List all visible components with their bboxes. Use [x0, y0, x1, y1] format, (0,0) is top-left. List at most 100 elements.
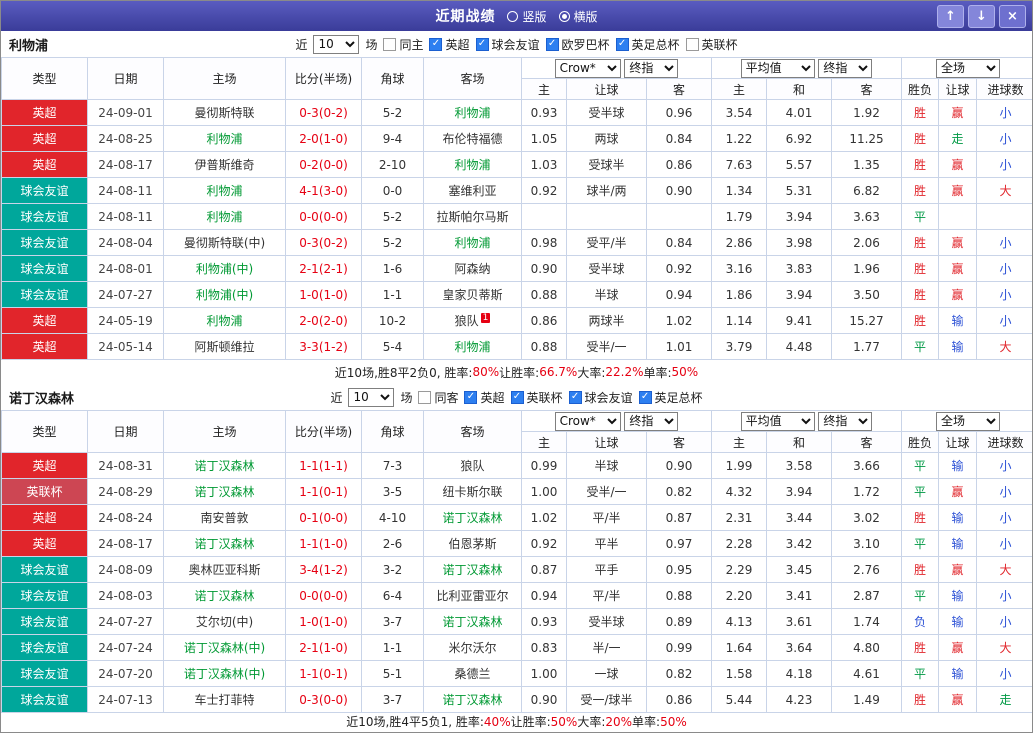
checkbox-icon[interactable]: [475, 37, 489, 51]
close-button[interactable]: ×: [999, 5, 1026, 28]
corner-score: 0-0: [361, 177, 424, 204]
summary-text: 单率:: [632, 715, 661, 729]
asian-handicap: 平手: [566, 556, 647, 583]
euro-home-odds: 1.22: [711, 125, 767, 152]
corner-score: 5-2: [361, 99, 424, 126]
games-label: 场: [365, 37, 378, 52]
checkbox-icon[interactable]: [568, 390, 582, 404]
home-team: 利物浦: [163, 307, 286, 334]
summary-text: 80%: [472, 365, 500, 379]
final-odds-select-2[interactable]: 终指: [818, 58, 873, 78]
match-type-badge: 球会友谊: [1, 686, 88, 713]
checkbox-icon[interactable]: [418, 390, 432, 404]
layout-radio-vertical[interactable]: 竖版: [507, 8, 547, 25]
asian-handicap: 平/半: [566, 504, 647, 531]
asian-home-odds: 0.92: [521, 530, 567, 557]
scroll-up-button[interactable]: ↑: [937, 5, 964, 28]
league-filter-group: 英超 英联杯 球会友谊 英足总杯: [464, 389, 703, 406]
home-team: 诺丁汉森林: [163, 530, 286, 557]
match-row: 球会友谊 24-07-27 利物浦(中) 1-0(1-0) 1-1 皇家贝蒂斯 0.88 半球…: [1, 281, 1032, 308]
league-checkbox[interactable]: 球会友谊: [475, 36, 540, 53]
checkbox-label: 欧罗巴杯: [561, 37, 610, 52]
away-team: 纽卡斯尔联: [423, 478, 522, 505]
goals-outcome: 小: [976, 255, 1032, 282]
full-match-select[interactable]: 全场: [936, 58, 1001, 78]
asian-away-odds: 1.02: [646, 307, 712, 334]
away-team: 比利亚雷亚尔: [423, 582, 522, 609]
checkbox-icon[interactable]: [464, 390, 478, 404]
goals-outcome: [976, 203, 1032, 230]
home-team: 诺丁汉森林: [163, 452, 286, 479]
result-outcome: 胜: [901, 281, 940, 308]
final-odds-select[interactable]: 终指: [624, 58, 679, 78]
average-odds-select[interactable]: 平均值: [740, 411, 815, 431]
checkbox-icon[interactable]: [545, 37, 559, 51]
euro-draw-odds: 3.45: [766, 556, 832, 583]
bookmaker-select[interactable]: Crow*: [554, 411, 621, 431]
away-team: 诺丁汉森林: [423, 608, 522, 635]
col-header-type: 类型: [1, 410, 88, 453]
asian-home-odds: 1.02: [521, 504, 567, 531]
goals-outcome: 小: [976, 608, 1032, 635]
home-team: 利物浦: [163, 203, 286, 230]
match-score: 2-0(2-0): [285, 307, 362, 334]
match-type-badge: 英超: [1, 125, 88, 152]
checkbox-icon[interactable]: [383, 37, 397, 51]
result-outcome: 胜: [901, 504, 940, 531]
same-venue-checkbox[interactable]: 同主: [383, 36, 423, 53]
league-checkbox[interactable]: 英超: [429, 36, 470, 53]
match-date: 24-07-27: [87, 281, 164, 308]
league-checkbox[interactable]: 英足总杯: [615, 36, 680, 53]
summary-text: 让胜率:: [499, 365, 540, 380]
checkbox-icon[interactable]: [510, 390, 524, 404]
euro-home-odds: 4.32: [711, 478, 767, 505]
euro-draw-odds: 3.58: [766, 452, 832, 479]
radio-icon[interactable]: [558, 10, 570, 22]
away-team: 利物浦: [423, 333, 522, 360]
checkbox-icon[interactable]: [685, 37, 699, 51]
full-match-select[interactable]: 全场: [936, 411, 1001, 431]
corner-score: 10-2: [361, 307, 424, 334]
match-date: 24-07-13: [87, 686, 164, 713]
league-checkbox[interactable]: 英联杯: [510, 389, 563, 406]
final-odds-select[interactable]: 终指: [624, 411, 679, 431]
handicap-outcome: 赢: [938, 634, 978, 661]
match-score: 0-1(0-0): [285, 504, 362, 531]
euro-draw-odds: 4.01: [766, 99, 832, 126]
same-venue-checkbox[interactable]: 同客: [418, 389, 458, 406]
layout-radio-horizontal[interactable]: 横版: [558, 8, 598, 25]
away-team: 皇家贝蒂斯: [423, 281, 522, 308]
handicap-outcome: 赢: [938, 229, 978, 256]
filter-bar: 近 10 场 同主 英超 球会友谊 欧罗巴杯 英足总杯 英联杯: [295, 34, 738, 54]
euro-draw-odds: 3.42: [766, 530, 832, 557]
euro-draw-odds: 4.48: [766, 333, 832, 360]
results-table-forest: 类型 日期 主场 比分(半场) 角球 客场 Crow* 终指 平均值 终指 全场: [1, 410, 1032, 713]
away-team: 拉斯帕尔马斯: [423, 203, 522, 230]
match-date: 24-08-24: [87, 504, 164, 531]
league-checkbox[interactable]: 欧罗巴杯: [545, 36, 610, 53]
match-count-select[interactable]: 10: [348, 387, 395, 407]
checkbox-icon[interactable]: [429, 37, 443, 51]
asian-home-odds: 0.90: [521, 255, 567, 282]
summary-text: 单率:: [643, 365, 672, 380]
league-checkbox[interactable]: 英联杯: [685, 36, 738, 53]
league-checkbox[interactable]: 英超: [464, 389, 505, 406]
checkbox-icon[interactable]: [638, 390, 652, 404]
asian-handicap: 受一/球半: [566, 686, 647, 713]
league-checkbox[interactable]: 英足总杯: [638, 389, 703, 406]
final-odds-select-2[interactable]: 终指: [818, 411, 873, 431]
match-count-select[interactable]: 10: [313, 34, 360, 54]
match-score: 0-0(0-0): [285, 203, 362, 230]
scroll-down-button[interactable]: ↓: [968, 5, 995, 28]
goals-outcome: 走: [976, 686, 1032, 713]
result-outcome: 平: [901, 660, 940, 687]
league-checkbox[interactable]: 球会友谊: [568, 389, 633, 406]
asian-away-odds: 0.84: [646, 229, 712, 256]
asian-handicap: 受半球: [566, 608, 647, 635]
radio-icon[interactable]: [507, 10, 519, 22]
bookmaker-select[interactable]: Crow*: [554, 58, 621, 78]
match-score: 1-1(0-1): [285, 660, 362, 687]
checkbox-icon[interactable]: [615, 37, 629, 51]
match-date: 24-05-19: [87, 307, 164, 334]
average-odds-select[interactable]: 平均值: [740, 58, 815, 78]
